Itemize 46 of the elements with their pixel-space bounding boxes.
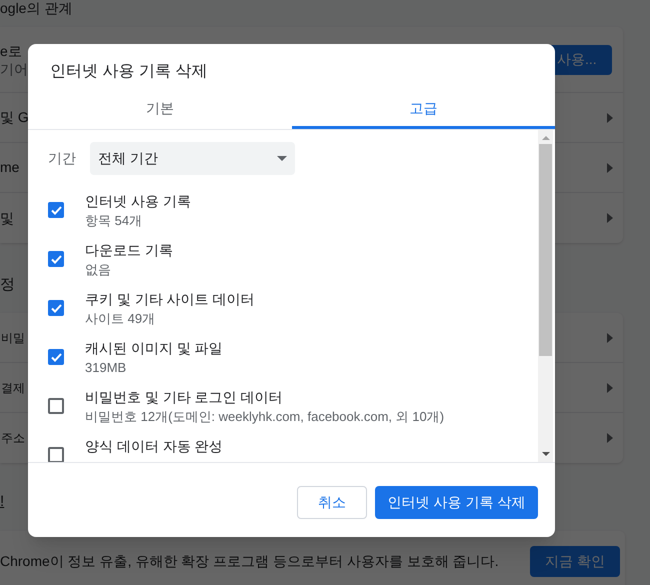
row-text: 기어 bbox=[0, 60, 28, 78]
item-detail: 319MB bbox=[85, 359, 128, 377]
arrow-icon bbox=[607, 433, 613, 443]
item-title: 비밀번호 및 기타 로그인 데이터 bbox=[85, 388, 284, 407]
row-text: 및 bbox=[0, 208, 14, 228]
checkbox[interactable] bbox=[48, 398, 64, 414]
item-title: 쿠키 및 기타 사이트 데이터 bbox=[85, 290, 255, 309]
row-text: 및 G bbox=[0, 108, 29, 127]
row-text: 주소 bbox=[1, 430, 25, 447]
period-dropdown[interactable]: 전체 기간 bbox=[90, 142, 295, 175]
arrow-icon bbox=[607, 112, 613, 122]
scrollbar-thumb[interactable] bbox=[539, 144, 552, 356]
checkbox[interactable] bbox=[48, 202, 64, 218]
item-title: 양식 데이터 자동 완성 bbox=[85, 437, 223, 456]
dialog-title: 인터넷 사용 기록 삭제 bbox=[49, 62, 208, 82]
section-heading: ogle의 관계 bbox=[0, 0, 72, 16]
arrow-icon bbox=[607, 213, 613, 223]
checkbox[interactable] bbox=[48, 300, 64, 316]
scrollbar[interactable] bbox=[538, 130, 553, 462]
checkbox[interactable] bbox=[48, 349, 64, 365]
arrow-icon bbox=[607, 162, 613, 172]
item-detail: 없음 bbox=[85, 261, 112, 279]
check-now-button[interactable]: 지금 확인 bbox=[530, 546, 620, 576]
item-title: 다운로드 기록 bbox=[85, 241, 173, 260]
item-title: 캐시된 이미지 및 파일 bbox=[85, 339, 223, 358]
card-description: Chrome이 정보 유출, 유해한 확장 프로그램 등으로부터 사용자를 보호해 줍니다. bbox=[0, 552, 499, 570]
checkbox[interactable] bbox=[48, 251, 64, 267]
section-heading: 정 bbox=[0, 275, 15, 295]
period-label: 기간 bbox=[48, 149, 76, 168]
item-detail: 항목 54개 bbox=[85, 212, 144, 230]
row-text: 결제 bbox=[1, 380, 25, 396]
item-detail: 비밀번호 12개(도메인: weeklyhk.com, facebook.com, 외 10개) bbox=[85, 408, 444, 426]
item-detail: 사이트 49개 bbox=[85, 310, 156, 328]
link[interactable]: ! bbox=[0, 493, 4, 510]
cancel-button[interactable]: 취소 bbox=[297, 486, 367, 519]
caret-icon bbox=[277, 156, 287, 161]
item-title: 인터넷 사용 기록 bbox=[85, 192, 191, 211]
tab[interactable]: 기본 bbox=[28, 90, 292, 129]
arrow-icon bbox=[607, 332, 613, 342]
clear-data-button[interactable]: 인터넷 사용 기록 삭제 bbox=[375, 486, 538, 519]
tab[interactable]: 고급 bbox=[292, 90, 555, 129]
arrow-icon bbox=[607, 382, 613, 392]
row-text: 비밀 bbox=[1, 330, 25, 346]
row-text: me bbox=[0, 158, 20, 177]
checkbox[interactable] bbox=[48, 447, 64, 462]
row-text: e로 bbox=[0, 42, 23, 60]
